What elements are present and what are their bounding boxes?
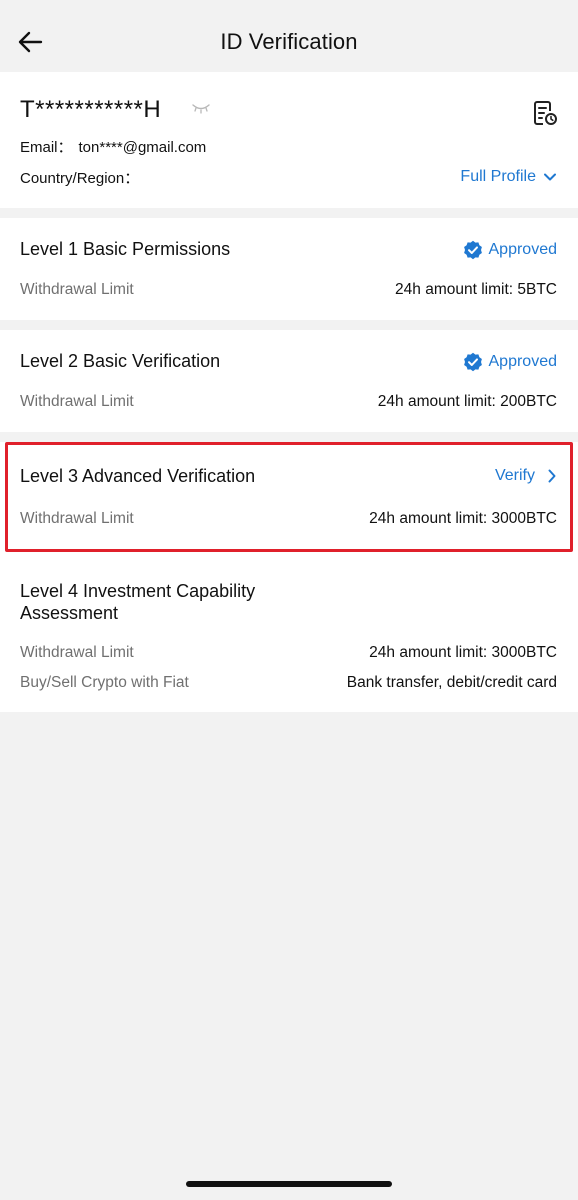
full-profile-label: Full Profile <box>460 168 536 185</box>
page-title: ID Verification <box>220 29 358 54</box>
level-4-row-2-label: Buy/Sell Crypto with Fiat <box>20 674 189 691</box>
country-label: Country/Region： <box>20 170 140 187</box>
level-4-row-1-label: Withdrawal Limit <box>20 644 134 661</box>
level-3-row-label: Withdrawal Limit <box>20 510 134 527</box>
chevron-down-icon <box>544 173 556 181</box>
level-1-row-value: 24h amount limit: 5BTC <box>395 281 557 298</box>
home-indicator[interactable] <box>186 1181 392 1187</box>
email-value: ton****@gmail.com <box>78 139 207 156</box>
level-2-row-label: Withdrawal Limit <box>20 393 134 410</box>
level-2-status: Approved <box>463 352 558 372</box>
level-4-title-line1: Level 4 Investment Capability <box>20 581 256 601</box>
level-1-title: Level 1 Basic Permissions <box>20 239 231 259</box>
email-row: Email： ton****@gmail.com <box>20 136 206 157</box>
level-1-status-label: Approved <box>488 241 558 258</box>
check-badge-icon <box>463 352 482 372</box>
level-4-row-1-value: 24h amount limit: 3000BTC <box>369 644 557 661</box>
level-2-card <box>0 330 578 432</box>
level-3-row-value: 24h amount limit: 3000BTC <box>369 510 557 527</box>
masked-username: T***********H <box>20 96 162 123</box>
level-4-row-2-value: Bank transfer, debit/credit card <box>346 674 557 691</box>
level-2-title: Level 2 Basic Verification <box>20 351 221 371</box>
level-3-verify-button[interactable]: Verify <box>495 467 557 485</box>
level-4-title-line2: Assessment <box>20 603 119 623</box>
level-2-row-value: 24h amount limit: 200BTC <box>377 393 557 410</box>
level-2-status-label: Approved <box>488 353 558 370</box>
level-1-card <box>0 218 578 320</box>
full-profile-dropdown[interactable]: Full Profile <box>460 168 556 186</box>
check-badge-icon <box>463 240 482 260</box>
app-header: ID Verification <box>0 0 578 72</box>
level-3-verify-label: Verify <box>494 467 535 484</box>
level-3-card <box>0 442 578 552</box>
level-1-row-label: Withdrawal Limit <box>20 281 134 298</box>
chevron-right-icon <box>548 469 556 483</box>
eye-closed-icon[interactable] <box>192 103 210 115</box>
level-3-title: Level 3 Advanced Verification <box>20 466 256 486</box>
level-1-status: Approved <box>463 240 558 260</box>
document-settings-icon[interactable] <box>531 99 559 127</box>
email-label: Email： <box>20 139 73 156</box>
